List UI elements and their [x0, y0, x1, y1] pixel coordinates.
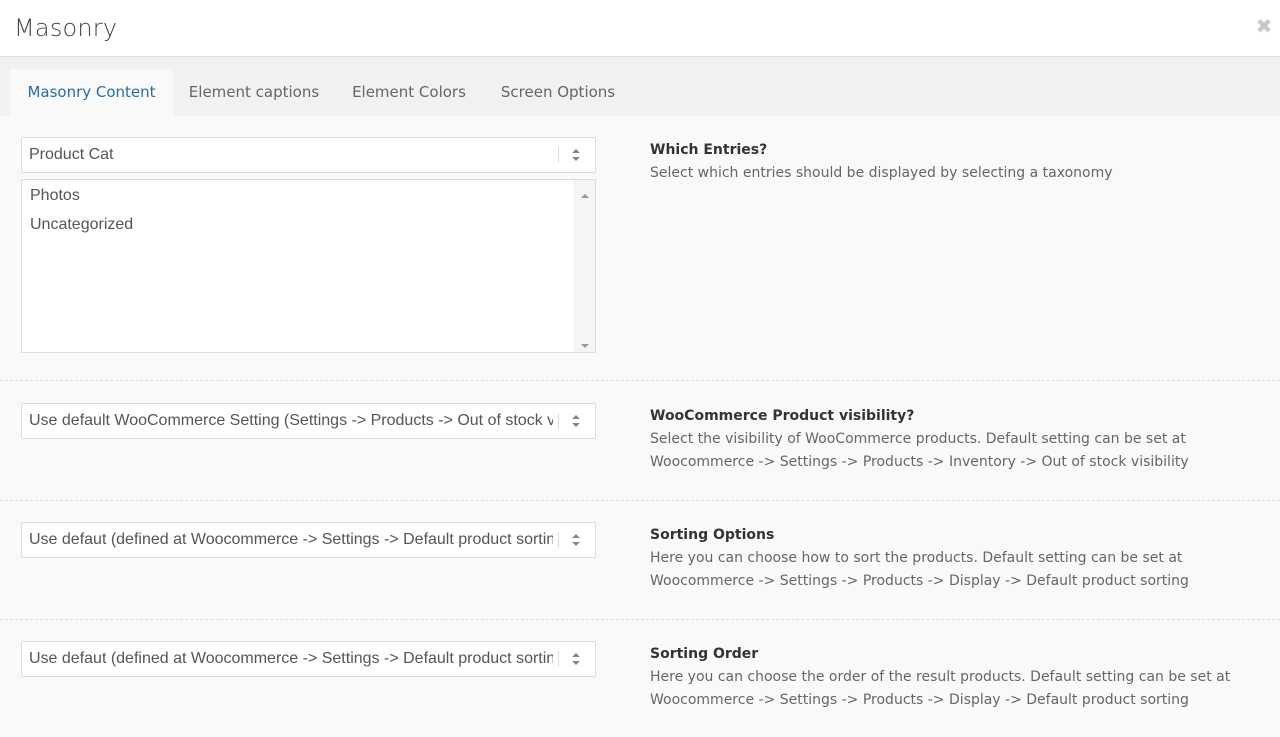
section-description-line: Woocommerce -> Settings -> Products -> D…	[650, 692, 1189, 708]
section-sorting-order: Use defaut (defined at Woocommerce -> Se…	[0, 620, 1280, 737]
section-sorting-options: Use defaut (defined at Woocommerce -> Se…	[0, 501, 1280, 620]
select-arrows-icon	[571, 404, 581, 438]
sorting-options-select[interactable]: Use defaut (defined at Woocommerce -> Se…	[21, 522, 596, 558]
tab-screen-options[interactable]: Screen Options	[483, 69, 633, 116]
select-arrows-icon	[571, 523, 581, 557]
scroll-up-icon[interactable]	[580, 186, 590, 198]
section-description-line: Select the visibility of WooCommerce pro…	[650, 431, 1186, 447]
sorting-options-select-value: Use defaut (defined at Woocommerce -> Se…	[29, 531, 553, 548]
select-arrows-icon	[571, 642, 581, 676]
sorting-options-description: Sorting Options Here you can choose how …	[650, 524, 1270, 593]
sorting-order-description: Sorting Order Here you can choose the or…	[650, 643, 1270, 712]
section-description-line: Here you can choose how to sort the prod…	[650, 550, 1183, 566]
section-description-line: Woocommerce -> Settings -> Products -> D…	[650, 573, 1189, 589]
select-divider	[558, 532, 559, 548]
close-icon[interactable]: ✖	[1252, 14, 1276, 38]
product-visibility-description: WooCommerce Product visibility? Select t…	[650, 405, 1270, 474]
modal-title: Masonry	[14, 14, 118, 42]
visibility-select[interactable]: Use default WooCommerce Setting (Setting…	[21, 403, 596, 439]
list-item[interactable]: Photos	[30, 185, 80, 207]
scroll-down-icon[interactable]	[580, 336, 590, 348]
section-description-line: Select which entries should be displayed…	[650, 165, 1113, 181]
tab-bar: Masonry Content Element captions Element…	[0, 57, 1280, 116]
tab-masonry-content[interactable]: Masonry Content	[10, 69, 173, 116]
section-product-visibility: Use default WooCommerce Setting (Setting…	[0, 381, 1280, 501]
select-arrows-icon	[571, 138, 581, 172]
tab-element-captions[interactable]: Element captions	[173, 69, 335, 116]
which-entries-description: Which Entries? Select which entries shou…	[650, 139, 1270, 185]
sorting-order-select[interactable]: Use defaut (defined at Woocommerce -> Se…	[21, 641, 596, 677]
taxonomy-select-value: Product Cat	[29, 146, 114, 163]
section-description-line: Here you can choose the order of the res…	[650, 669, 1231, 685]
section-description-line: Woocommerce -> Settings -> Products -> I…	[650, 454, 1189, 470]
taxonomy-terms-listbox[interactable]: Photos Uncategorized	[21, 179, 596, 353]
select-divider	[558, 651, 559, 667]
list-item[interactable]: Uncategorized	[30, 214, 133, 236]
section-heading: Sorting Order	[650, 646, 759, 662]
select-divider	[558, 413, 559, 429]
select-divider	[558, 147, 559, 163]
sorting-order-select-value: Use defaut (defined at Woocommerce -> Se…	[29, 650, 553, 667]
visibility-select-value: Use default WooCommerce Setting (Setting…	[29, 412, 553, 429]
tab-element-colors[interactable]: Element Colors	[335, 69, 483, 116]
section-which-entries: Product Cat Photos Uncategorized Which E…	[0, 116, 1280, 381]
modal-header: Masonry ✖	[0, 0, 1280, 57]
section-heading: WooCommerce Product visibility?	[650, 408, 915, 424]
tab-content-panel: Product Cat Photos Uncategorized Which E…	[0, 116, 1280, 737]
section-heading: Sorting Options	[650, 527, 775, 543]
listbox-scrollbar[interactable]	[574, 180, 595, 352]
section-heading: Which Entries?	[650, 142, 768, 158]
taxonomy-select[interactable]: Product Cat	[21, 137, 596, 173]
